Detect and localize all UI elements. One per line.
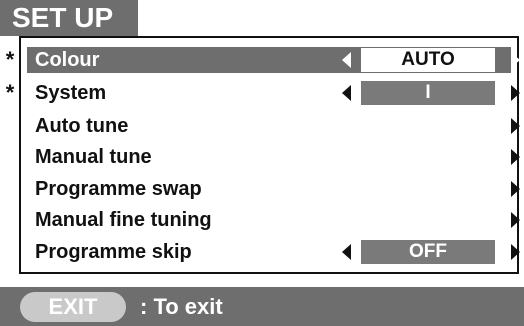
right-arrow-icon[interactable]	[511, 85, 520, 101]
footer-bar: EXIT : To exit	[0, 287, 524, 326]
left-arrow-icon[interactable]	[342, 244, 351, 260]
menu-item-label: Manual tune	[35, 145, 152, 168]
right-arrow-icon[interactable]	[511, 244, 520, 260]
programme-skip-value: OFF	[361, 240, 495, 264]
setup-menu-panel: Colour AUTO System I Auto tune Manual tu…	[19, 36, 520, 274]
page-title: SET UP	[0, 0, 138, 36]
system-value: I	[361, 81, 495, 105]
menu-item-label: Manual fine tuning	[35, 208, 212, 231]
menu-item-auto-tune[interactable]: Auto tune	[27, 113, 520, 139]
right-arrow-icon[interactable]	[511, 118, 520, 134]
menu-item-colour[interactable]: Colour AUTO	[27, 47, 520, 73]
marker-system: *	[5, 80, 15, 105]
right-arrow-icon[interactable]	[511, 212, 520, 228]
right-arrow-icon[interactable]	[511, 52, 520, 68]
exit-button[interactable]: EXIT	[20, 291, 126, 322]
menu-item-manual-fine-tuning[interactable]: Manual fine tuning	[27, 207, 520, 233]
right-arrow-icon[interactable]	[511, 181, 520, 197]
right-arrow-icon[interactable]	[511, 149, 520, 165]
left-arrow-icon[interactable]	[342, 52, 351, 68]
exit-hint-text: : To exit	[140, 293, 223, 319]
colour-value: AUTO	[361, 48, 495, 72]
menu-item-programme-swap[interactable]: Programme swap	[27, 176, 520, 202]
marker-colour: *	[5, 47, 15, 72]
menu-item-manual-tune[interactable]: Manual tune	[27, 144, 520, 170]
menu-item-programme-skip[interactable]: Programme skip OFF	[27, 239, 520, 265]
menu-item-label: Auto tune	[35, 114, 129, 137]
menu-item-label: Programme swap	[35, 177, 202, 200]
left-arrow-icon[interactable]	[342, 85, 351, 101]
menu-item-system[interactable]: System I	[27, 80, 520, 106]
